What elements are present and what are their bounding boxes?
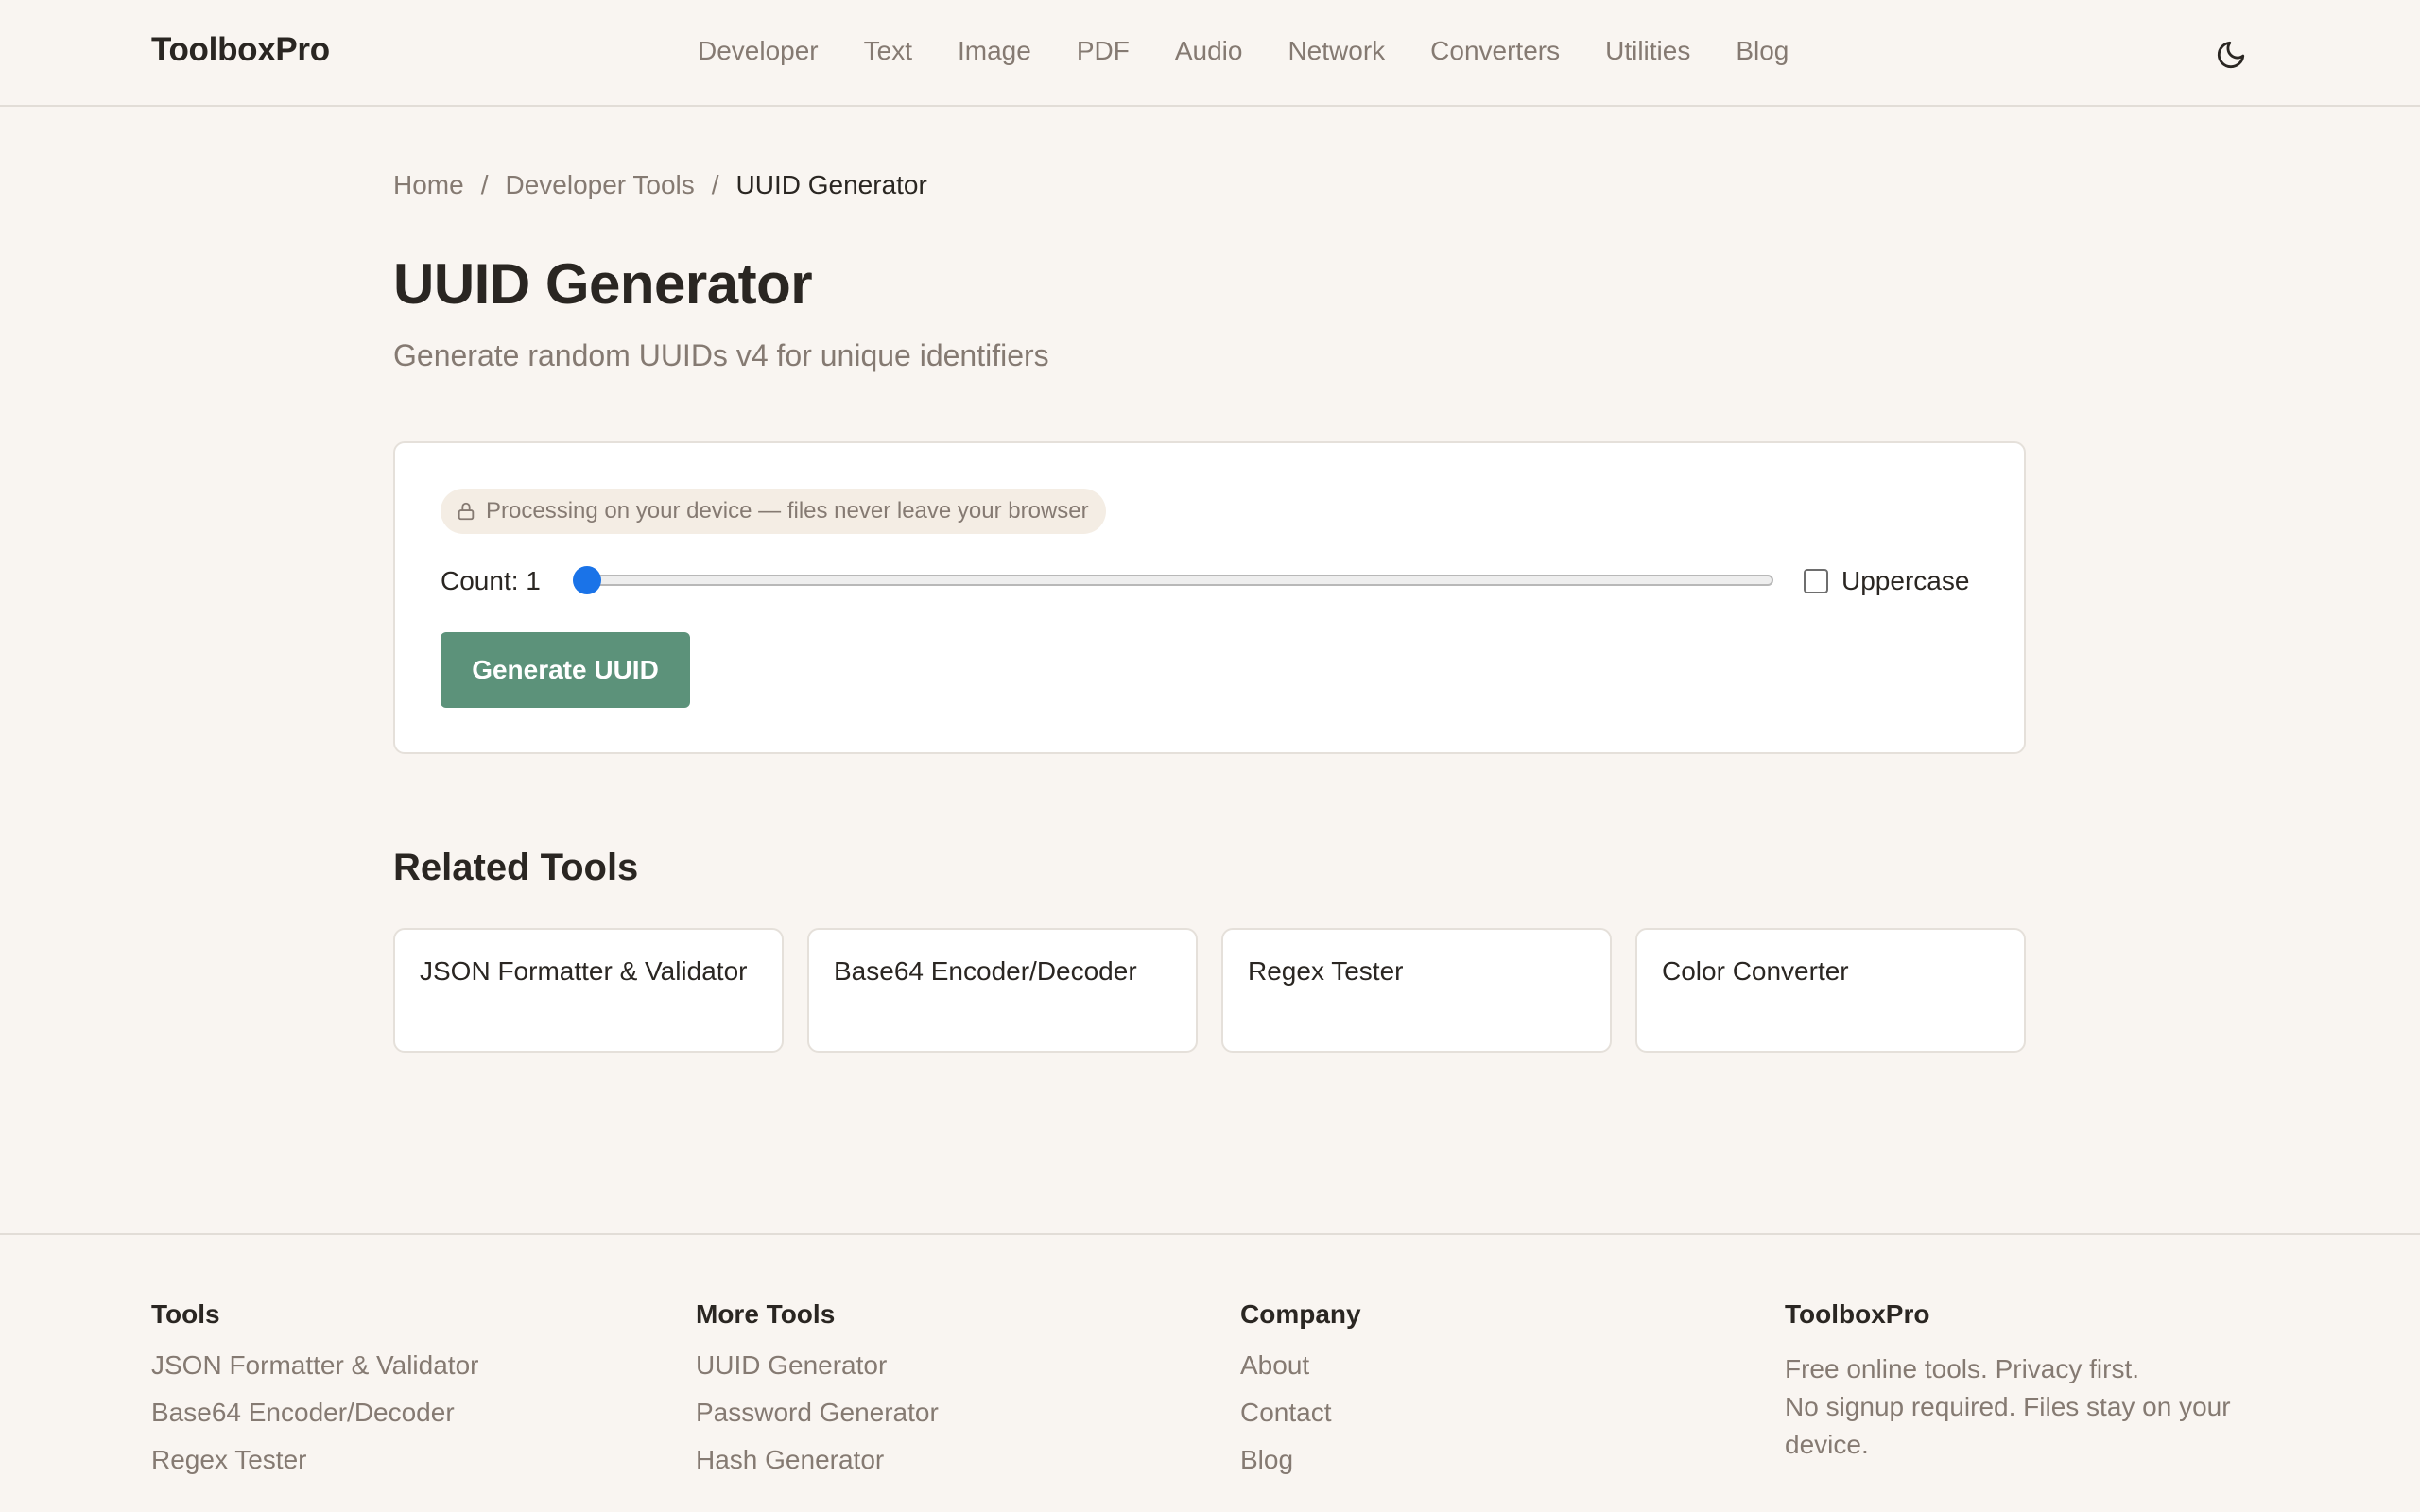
footer-link[interactable]: Hash Generator: [696, 1445, 939, 1475]
slider-thumb[interactable]: [573, 566, 601, 594]
footer-link[interactable]: Password Generator: [696, 1398, 939, 1428]
footer-tools-column: Tools JSON Formatter & Validator Base64 …: [151, 1299, 478, 1492]
generate-uuid-button[interactable]: Generate UUID: [441, 632, 690, 708]
footer-link[interactable]: UUID Generator: [696, 1350, 939, 1381]
breadcrumb-separator: /: [711, 170, 719, 199]
site-footer: Tools JSON Formatter & Validator Base64 …: [0, 1233, 2420, 1512]
nav-pdf[interactable]: PDF: [1077, 36, 1130, 66]
privacy-badge: Processing on your device — files never …: [441, 489, 1106, 534]
count-slider[interactable]: [573, 566, 1773, 594]
nav-network[interactable]: Network: [1288, 36, 1385, 66]
related-tool-card[interactable]: Color Converter: [1635, 928, 2026, 1053]
footer-heading: More Tools: [696, 1299, 836, 1329]
footer-tagline: Free online tools. Privacy first.: [1785, 1354, 2140, 1383]
related-tool-card[interactable]: Regex Tester: [1221, 928, 1612, 1053]
count-label: Count: 1: [441, 566, 541, 595]
theme-toggle-button[interactable]: [2212, 36, 2250, 74]
breadcrumb: Home / Developer Tools / UUID Generator: [393, 170, 927, 200]
footer-link[interactable]: Base64 Encoder/Decoder: [151, 1398, 478, 1428]
uppercase-option[interactable]: Uppercase: [1804, 566, 1969, 596]
footer-company-column: Company About Contact Blog: [1240, 1299, 1361, 1492]
lock-icon: [458, 502, 475, 521]
nav-image[interactable]: Image: [958, 36, 1031, 66]
footer-heading: Company: [1240, 1299, 1361, 1329]
footer-heading: Tools: [151, 1299, 220, 1329]
breadcrumb-developer-tools[interactable]: Developer Tools: [505, 170, 694, 200]
nav-utilities[interactable]: Utilities: [1605, 36, 1690, 66]
breadcrumb-separator: /: [480, 170, 489, 199]
privacy-badge-text: Processing on your device — files never …: [486, 498, 1089, 524]
uppercase-checkbox[interactable]: [1804, 569, 1828, 593]
brand-logo[interactable]: ToolboxPro: [151, 31, 330, 69]
footer-link[interactable]: JSON Formatter & Validator: [151, 1350, 478, 1381]
nav-converters[interactable]: Converters: [1430, 36, 1560, 66]
footer-about-column: ToolboxPro Free online tools. Privacy fi…: [1785, 1299, 2276, 1464]
footer-more-tools-column: More Tools UUID Generator Password Gener…: [696, 1299, 939, 1492]
site-header: ToolboxPro Developer Text Image PDF Audi…: [0, 0, 2420, 107]
related-tools-heading: Related Tools: [393, 847, 639, 888]
breadcrumb-home[interactable]: Home: [393, 170, 464, 200]
main-nav: Developer Text Image PDF Audio Network C…: [698, 36, 1789, 66]
nav-audio[interactable]: Audio: [1175, 36, 1243, 66]
related-tools-grid: JSON Formatter & Validator Base64 Encode…: [393, 928, 2027, 1053]
footer-heading: ToolboxPro: [1785, 1299, 1930, 1329]
footer-link[interactable]: Contact: [1240, 1398, 1361, 1428]
page-subtitle: Generate random UUIDs v4 for unique iden…: [393, 338, 1049, 372]
breadcrumb-current: UUID Generator: [735, 170, 927, 199]
tool-panel: Processing on your device — files never …: [393, 441, 2026, 754]
nav-blog[interactable]: Blog: [1736, 36, 1789, 66]
nav-text[interactable]: Text: [864, 36, 912, 66]
footer-link[interactable]: Regex Tester: [151, 1445, 478, 1475]
footer-link[interactable]: About: [1240, 1350, 1361, 1381]
related-tool-card[interactable]: Base64 Encoder/Decoder: [807, 928, 1198, 1053]
moon-icon: [2217, 41, 2245, 69]
footer-description: No signup required. Files stay on your d…: [1785, 1392, 2231, 1459]
uppercase-label[interactable]: Uppercase: [1841, 566, 1969, 596]
page-title: UUID Generator: [393, 252, 813, 316]
footer-link[interactable]: Blog: [1240, 1445, 1361, 1475]
slider-track[interactable]: [573, 575, 1773, 586]
nav-developer[interactable]: Developer: [698, 36, 819, 66]
related-tool-card[interactable]: JSON Formatter & Validator: [393, 928, 784, 1053]
